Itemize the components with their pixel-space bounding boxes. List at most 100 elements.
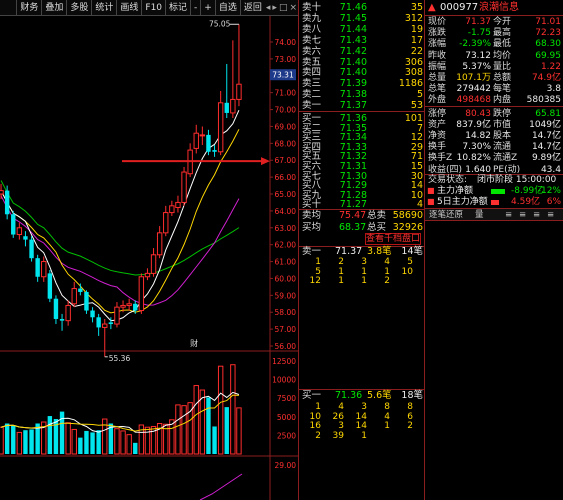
toolbar-f10-button[interactable]: F10 (141, 0, 165, 16)
level-price: 71.46 (339, 2, 367, 13)
view-toggle-icon[interactable]: ≡ (533, 209, 540, 222)
view-toggle-icon[interactable]: ≡ (547, 209, 554, 222)
level-volume: 306 (404, 56, 423, 68)
bid-queue-header: 买一 71.36 5.6笔 18笔 (302, 390, 423, 401)
low-price-label: 55.36 (109, 354, 131, 363)
candle-body (230, 98, 236, 114)
price-tick-label: 61.00 (275, 258, 297, 267)
quote-label: 外盘 (428, 95, 447, 106)
queue-order-size: 12 (309, 276, 321, 286)
quote-label: 市值 (493, 119, 512, 130)
candle-body (71, 288, 77, 305)
queue-order-size: 1 (384, 421, 390, 431)
toolbar-zoom-in-button[interactable]: + (200, 0, 215, 16)
level-price: 71.39 (339, 78, 367, 90)
quote-value: 107.1万 (456, 73, 491, 83)
toolbar-draw-line-button[interactable]: 画线 (116, 0, 141, 16)
quote-value: 1049亿 (529, 119, 561, 130)
ask-level-row[interactable]: 卖六 71.42 22 (299, 46, 425, 57)
ask-level-row[interactable]: 卖七 71.43 17 (299, 35, 425, 46)
main-flow-bar (491, 189, 505, 194)
panel-tools-bar: 逐笔还原 量 ≡ ≡ ≡ ≡ (425, 208, 563, 221)
candle-body (4, 190, 10, 215)
candle-body (90, 310, 95, 318)
toolbar-finance-button[interactable]: 财务 (16, 0, 41, 16)
ask-level-row[interactable]: 卖二 71.38 5 (299, 89, 425, 100)
toolbar-multi-stock-button[interactable]: 多股 (66, 0, 91, 16)
view-queue-button[interactable]: 查看千档盘口 (365, 233, 421, 245)
view-toggle-icon[interactable]: ≡ (519, 209, 526, 222)
tick-replay-button[interactable]: 逐笔还原 (429, 209, 463, 222)
quote-label: 涨幅 (428, 39, 447, 50)
price-tick-label: 57.00 (275, 325, 297, 334)
level-volume: 1186 (398, 78, 423, 90)
ask-level-row[interactable]: 卖九 71.45 312 (299, 13, 425, 24)
quote-row: 涨跌 -1.75 最高 72.23 (425, 28, 563, 39)
quote-label: 量比 (493, 61, 512, 72)
ask-queue-grid: 1 2 3 4 5 5 1 1 1 10 12 1 1 2 (299, 257, 425, 287)
ask-level-row[interactable]: 卖三 71.39 1186 (299, 78, 425, 89)
ask-bid-divider (299, 111, 425, 112)
stock-flag-icon: ▲ (428, 2, 436, 13)
volume-bar (181, 405, 187, 455)
quote-divider (425, 106, 563, 107)
candle-body (212, 150, 217, 152)
level-volume: 22 (410, 45, 423, 57)
toolbar-stats-button[interactable]: 统计 (91, 0, 116, 16)
volume-bar (102, 418, 108, 455)
annotation-arrowhead (261, 157, 270, 166)
level-label: 卖四 (302, 67, 322, 79)
queue-order-size: 1 (361, 430, 367, 441)
quote-label: 振幅 (428, 61, 447, 72)
maximize-icon[interactable]: □ (278, 0, 289, 16)
quote-value: 68.30 (535, 39, 561, 50)
volume-bar (126, 434, 132, 455)
level-price: 71.44 (339, 23, 367, 35)
ask-level-row[interactable]: 卖五 71.40 306 (299, 57, 425, 68)
main-flow-row: ■ 主力净额 -8.99亿 -12% (427, 186, 561, 196)
toolbar-overlay-button[interactable]: 叠加 (41, 0, 66, 16)
quote-row: 净资 14.82 股本 14.7亿 (425, 131, 563, 142)
queue-row: 2 39 1 (299, 430, 425, 442)
toolbar-zoom-out-button[interactable]: - (190, 0, 200, 16)
quote-value: 14.7亿 (531, 142, 561, 153)
level-price: 71.37 (339, 100, 367, 112)
volume-tick-label: 5000 (277, 413, 296, 422)
quote-label: 涨跌 (428, 28, 447, 39)
ask-level-row[interactable]: 卖十 71.46 35 (299, 2, 425, 13)
candle-body (193, 132, 199, 149)
kline-svg[interactable]: 74.0073.0072.0071.0070.0069.0068.0067.00… (0, 16, 298, 500)
volume-bar (0, 426, 4, 455)
ask-level-row[interactable]: 卖八 71.44 19 (299, 24, 425, 35)
candle-body (126, 303, 132, 306)
price-tick-label: 59.00 (275, 291, 297, 300)
level-price: 71.42 (339, 45, 367, 57)
queue-order-size: 2 (384, 276, 390, 286)
ask-level-row[interactable]: 卖一 71.37 53 (299, 100, 425, 111)
candle-body (144, 272, 151, 278)
toolbar-mark-button[interactable]: 标记 (165, 0, 190, 16)
quote-value: 80.43 (465, 108, 491, 119)
level-price: 71.40 (339, 67, 367, 79)
price-tick-label: 71.00 (275, 89, 297, 98)
candle-body (114, 306, 120, 325)
level-label: 卖三 (302, 78, 322, 90)
quote-label: 内盘 (493, 95, 512, 106)
quote-value: -1.75 (467, 28, 491, 39)
stock-header[interactable]: ▲ 000977 浪潮信息 (425, 0, 563, 16)
close-icon[interactable]: × (288, 0, 298, 16)
toolbar-back-button[interactable]: 返回 (239, 0, 265, 16)
queue-order-size: 39 (332, 430, 344, 441)
volume-bar (90, 432, 95, 454)
quote-value: 9.89亿 (531, 153, 561, 164)
quote-value: 14.7亿 (531, 131, 561, 141)
volume-bar (193, 385, 199, 455)
toolbar-watchlist-button[interactable]: 自选 (214, 0, 240, 16)
quote-value: 71.37 (465, 17, 491, 27)
ask-level-row[interactable]: 卖四 71.40 308 (299, 67, 425, 78)
quote-row: 换手 7.30% 流通 14.7亿 (425, 142, 563, 153)
view-toggle-icon[interactable]: ≡ (505, 209, 512, 222)
volume-filter-button[interactable]: 量 (475, 209, 484, 222)
volume-bar (206, 397, 211, 454)
kline-chart-area[interactable]: 财务 叠加 多股 统计 画线 F10 标记 - + 自选 返回 ◂ ▸ □ × … (0, 0, 298, 500)
